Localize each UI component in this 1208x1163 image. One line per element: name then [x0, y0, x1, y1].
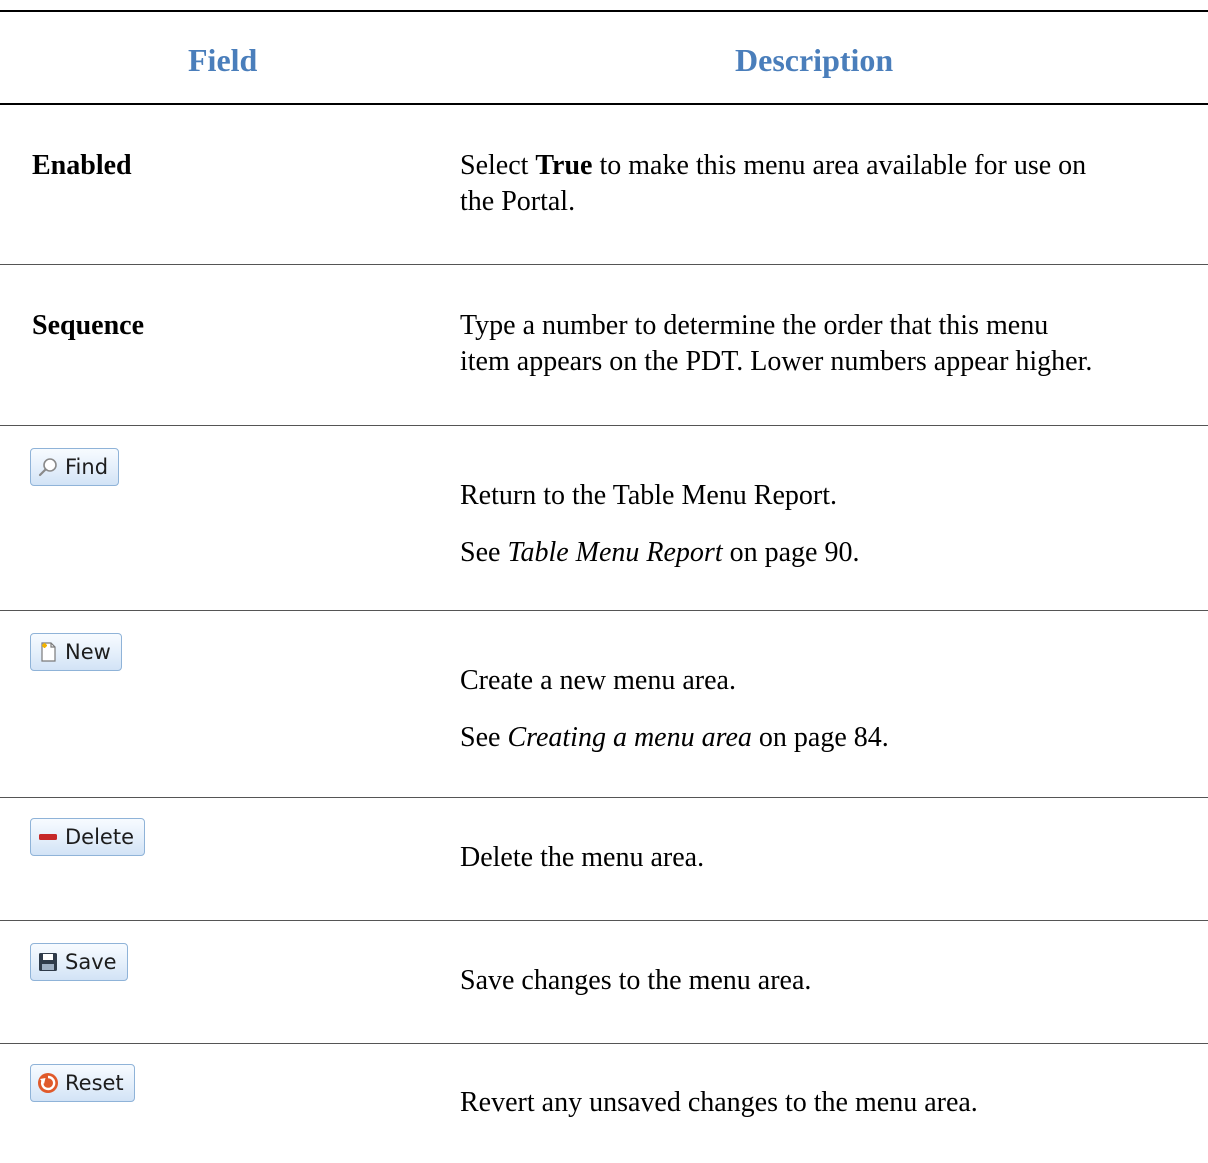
enabled-description: Select True to make this menu area avail…	[460, 148, 1200, 220]
minus-icon	[37, 826, 59, 848]
enabled-desc-line2: the Portal.	[460, 186, 576, 217]
find-button-label: Find	[65, 455, 109, 479]
row-divider	[0, 1043, 1208, 1044]
row-divider	[0, 797, 1208, 798]
field-sequence-label: Sequence	[32, 310, 144, 341]
new-see-pre: See	[460, 722, 508, 753]
enabled-desc-pre: Select	[460, 150, 536, 181]
floppy-disk-icon	[37, 951, 59, 973]
column-header-description: Description	[735, 42, 894, 78]
find-see-post: on page 90.	[722, 537, 860, 568]
new-document-icon	[37, 641, 59, 663]
new-description: Create a new menu area.	[460, 665, 736, 696]
header-bottom-rule	[0, 103, 1208, 105]
reset-icon	[37, 1072, 59, 1094]
reset-button[interactable]: Reset	[30, 1064, 135, 1102]
table-top-rule	[0, 10, 1208, 12]
find-see-pre: See	[460, 537, 508, 568]
new-see-also: See Creating a menu area on page 84.	[460, 720, 1200, 756]
reset-description: Revert any unsaved changes to the menu a…	[460, 1087, 978, 1118]
field-enabled-label: Enabled	[32, 150, 132, 181]
delete-button-label: Delete	[65, 825, 134, 849]
delete-description: Delete the menu area.	[460, 842, 705, 873]
row-divider	[0, 425, 1208, 426]
row-divider	[0, 610, 1208, 611]
find-see-also: See Table Menu Report on page 90.	[460, 535, 1200, 571]
find-see-ref[interactable]: Table Menu Report	[507, 537, 722, 568]
new-button-label: New	[65, 640, 111, 664]
save-description: Save changes to the menu area.	[460, 965, 812, 996]
sequence-description: Type a number to determine the order tha…	[460, 308, 1200, 380]
row-divider	[0, 920, 1208, 921]
row-divider	[0, 264, 1208, 265]
search-icon	[37, 456, 59, 478]
reset-button-label: Reset	[65, 1071, 124, 1095]
column-header-field: Field	[188, 42, 258, 78]
new-see-post: on page 84.	[751, 722, 889, 753]
save-button[interactable]: Save	[30, 943, 128, 981]
sequence-desc-line1: Type a number to determine the order tha…	[460, 310, 1049, 341]
enabled-desc-post: to make this menu area available for use…	[592, 150, 1087, 181]
delete-button[interactable]: Delete	[30, 818, 145, 856]
enabled-desc-true: True	[535, 150, 593, 181]
find-button[interactable]: Find	[30, 448, 120, 486]
save-button-label: Save	[65, 950, 117, 974]
new-button[interactable]: New	[30, 633, 122, 671]
sequence-desc-line2: item appears on the PDT. Lower numbers a…	[460, 346, 1093, 377]
find-description: Return to the Table Menu Report.	[460, 480, 838, 511]
new-see-ref[interactable]: Creating a menu area	[507, 722, 751, 753]
